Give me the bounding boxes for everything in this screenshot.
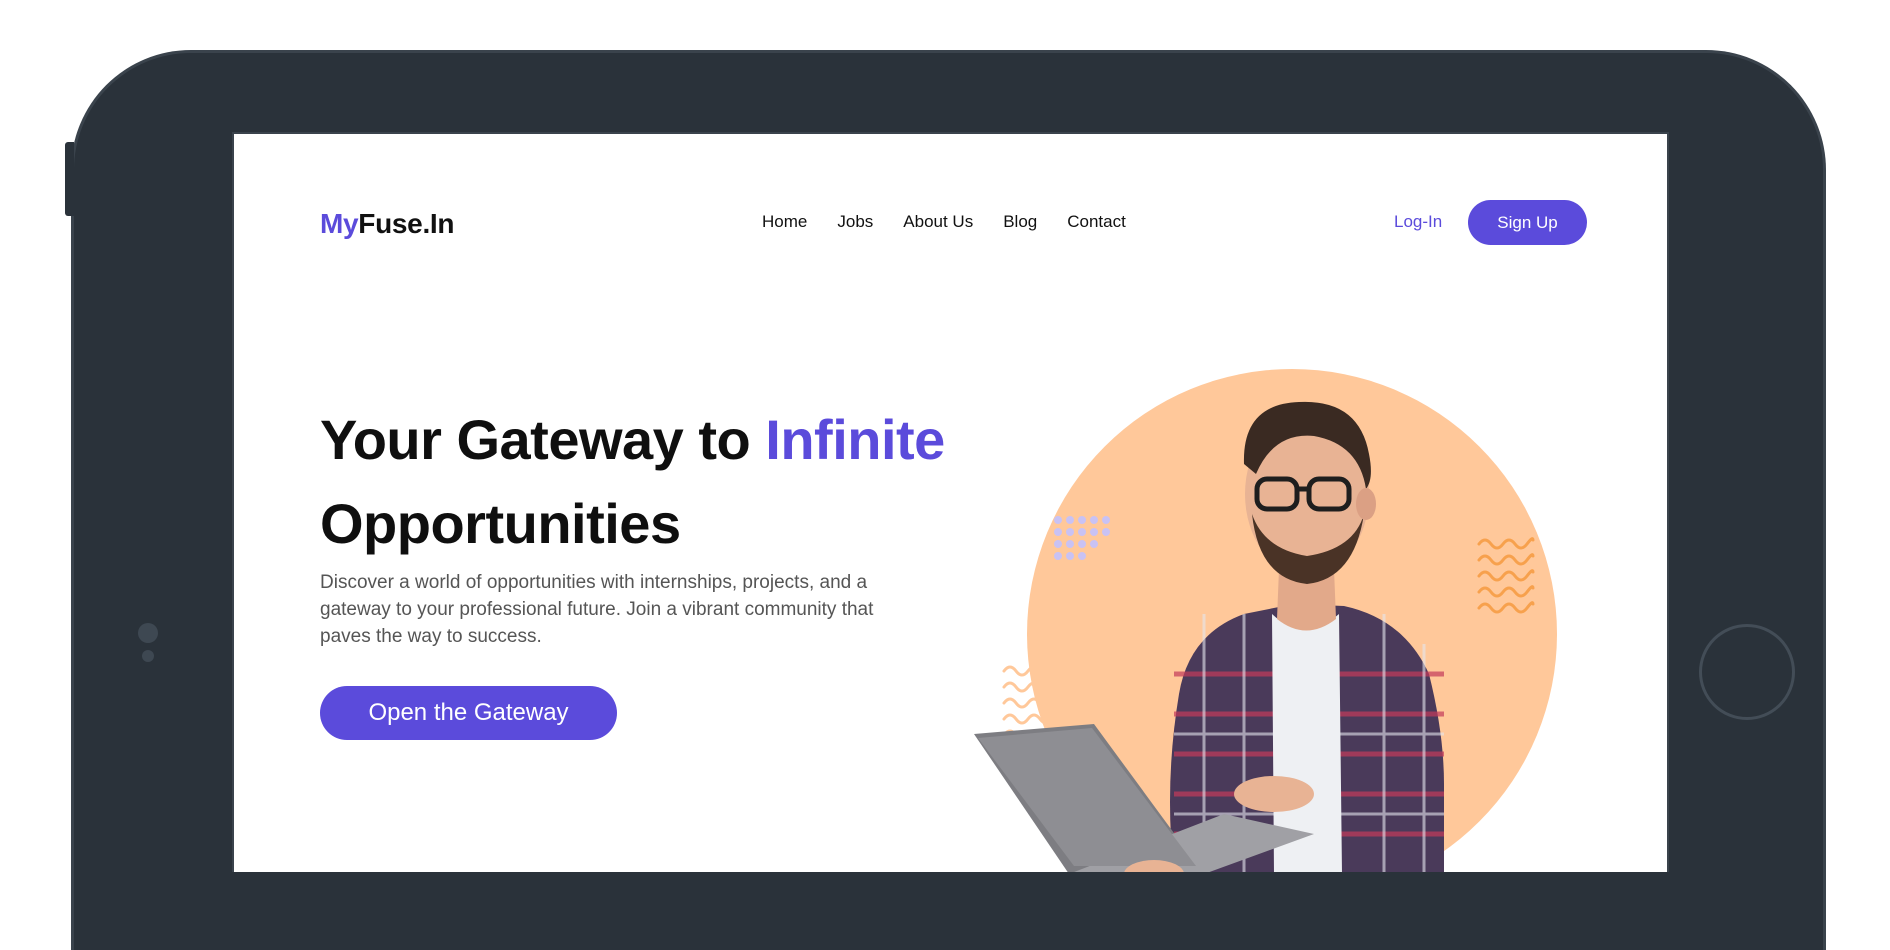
hero-title-accent: Infinite [765,408,945,471]
login-link[interactable]: Log-In [1394,212,1442,232]
nav-contact[interactable]: Contact [1067,212,1126,232]
open-gateway-button[interactable]: Open the Gateway [320,686,617,740]
tablet-home-button [1699,624,1795,720]
main-nav: Home Jobs About Us Blog Contact [762,212,1126,232]
nav-home[interactable]: Home [762,212,807,232]
website-screen: MyFuse.In Home Jobs About Us Blog Contac… [232,132,1669,872]
signup-button[interactable]: Sign Up [1468,200,1587,245]
nav-blog[interactable]: Blog [1003,212,1037,232]
tablet-sensor [142,650,154,662]
hero-title: Your Gateway to Infinite Opportunities [320,398,1000,566]
hero-illustration [974,369,1557,872]
nav-about-us[interactable]: About Us [903,212,973,232]
brand-logo[interactable]: MyFuse.In [320,208,455,240]
tablet-side-button [65,142,74,216]
hero-description: Discover a world of opportunities with i… [320,572,874,647]
logo-suffix: Fuse.In [358,208,455,239]
hero-title-part2: Opportunities [320,492,681,555]
hero-title-part1: Your Gateway to [320,408,766,471]
nav-jobs[interactable]: Jobs [837,212,873,232]
tablet-camera [138,623,158,643]
logo-prefix: My [320,208,359,239]
